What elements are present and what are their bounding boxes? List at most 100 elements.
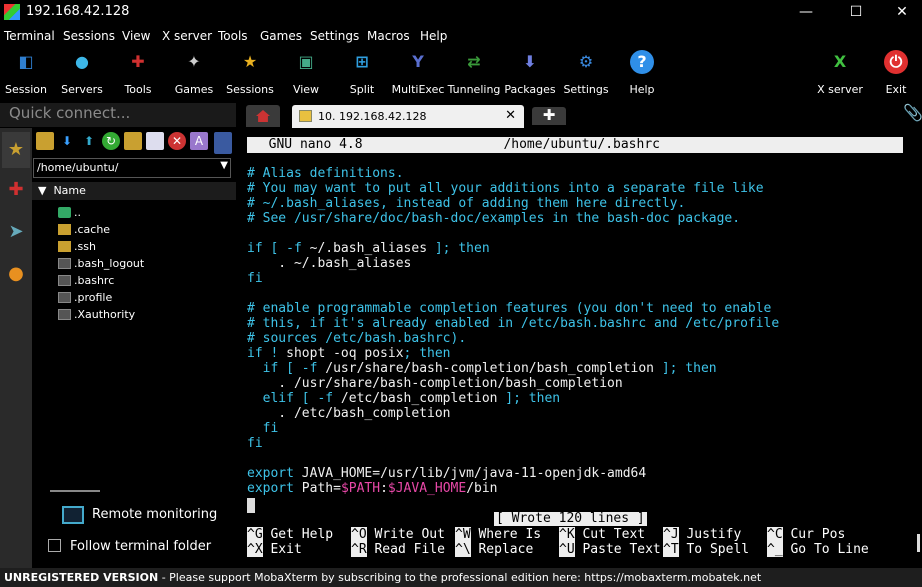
download-icon[interactable]: ⬇ bbox=[58, 132, 76, 150]
chevron-down-icon[interactable]: ▼ bbox=[220, 160, 228, 171]
code-line: # You may want to put all your additions… bbox=[247, 181, 764, 196]
code-line: if [ -f ~/.bash_aliases ]; then bbox=[247, 241, 490, 256]
sessions-button[interactable]: ★ Sessions bbox=[220, 48, 280, 98]
minimize-button[interactable]: — bbox=[786, 2, 826, 22]
home-tab[interactable] bbox=[246, 105, 280, 127]
sftp-send-icon[interactable]: ➤ bbox=[2, 214, 30, 250]
upload-icon[interactable]: ⬆ bbox=[80, 132, 98, 150]
menu-sessions[interactable]: Sessions bbox=[63, 29, 115, 43]
toolbar: ◧ Session ● Servers ✚ Tools ✦ Games ★ Session… bbox=[0, 48, 922, 100]
shortcut-paste-text: ^U Paste Text bbox=[559, 542, 661, 557]
multiexec-icon: Y bbox=[412, 52, 424, 71]
text-cursor bbox=[247, 498, 255, 513]
shortcut-write-out: ^O Write Out bbox=[351, 527, 453, 542]
folder-icon bbox=[58, 241, 71, 252]
macros-icon[interactable]: ● bbox=[2, 256, 30, 292]
shortcut-replace: ^\ Replace bbox=[455, 542, 557, 557]
rename-icon[interactable]: A bbox=[190, 132, 208, 150]
menu-tools[interactable]: Tools bbox=[218, 29, 248, 43]
name-column-header[interactable]: ▼ Name bbox=[32, 182, 236, 200]
menu-games[interactable]: Games bbox=[260, 29, 302, 43]
code-line: if ! shopt -oq posix; then bbox=[247, 346, 451, 361]
parent-folder-icon[interactable] bbox=[36, 132, 54, 150]
follow-terminal-folder-checkbox[interactable]: Follow terminal folder bbox=[48, 539, 211, 554]
code-line: elif [ -f /etc/bash_completion ]; then bbox=[247, 391, 561, 406]
bookmark-icon[interactable] bbox=[214, 132, 232, 154]
menu-macros[interactable]: Macros bbox=[367, 29, 410, 43]
shortcut-exit: ^X Exit bbox=[247, 542, 349, 557]
sessions-star-icon[interactable]: ★ bbox=[2, 132, 30, 168]
view-button[interactable]: ▣ View bbox=[276, 48, 336, 98]
list-item[interactable]: .ssh bbox=[58, 238, 144, 255]
close-button[interactable]: ✕ bbox=[882, 2, 922, 22]
menu-x-server[interactable]: X server bbox=[162, 29, 212, 43]
refresh-icon[interactable]: ↻ bbox=[102, 132, 120, 150]
close-tab-icon[interactable]: ✕ bbox=[505, 108, 516, 123]
file-icon bbox=[58, 258, 71, 269]
code-line: fi bbox=[247, 271, 263, 286]
tools-icon: ✚ bbox=[131, 52, 145, 71]
settings-button[interactable]: ⚙ Settings bbox=[556, 48, 616, 98]
exit-button[interactable]: ⏻ Exit bbox=[866, 48, 922, 98]
packages-button[interactable]: ⬇ Packages bbox=[500, 48, 560, 98]
support-message[interactable]: - Please support MobaXterm by subscribin… bbox=[158, 571, 762, 584]
code-line: # enable programmable completion feature… bbox=[247, 301, 772, 316]
terminal-scrollbar[interactable] bbox=[917, 534, 920, 552]
paperclip-icon[interactable]: 📎 bbox=[903, 103, 922, 122]
shortcut-where-is: ^W Where Is bbox=[455, 527, 557, 542]
session-tab[interactable]: 10. 192.168.42.128 ✕ bbox=[292, 105, 524, 129]
terminal[interactable]: GNU nano 4.8 /home/ubuntu/.bashrc # Alia… bbox=[240, 128, 922, 568]
servers-button[interactable]: ● Servers bbox=[52, 48, 112, 98]
code-line: . ~/.bash_aliases bbox=[247, 256, 412, 271]
list-item[interactable]: .profile bbox=[58, 289, 144, 306]
new-tab-button[interactable]: ✚ bbox=[532, 107, 566, 125]
unregistered-label: UNREGISTERED VERSION bbox=[4, 571, 159, 584]
menu-terminal[interactable]: Terminal bbox=[4, 29, 55, 43]
new-file-icon[interactable] bbox=[146, 132, 164, 150]
shortcut-cut-text: ^K Cut Text bbox=[559, 527, 661, 542]
quick-connect-input[interactable]: Quick connect... bbox=[0, 103, 236, 127]
parent-dir-icon bbox=[58, 207, 71, 218]
star-icon: ★ bbox=[242, 52, 258, 71]
multiexec-button[interactable]: Y MultiExec bbox=[388, 48, 448, 98]
list-item[interactable]: .. bbox=[58, 204, 144, 221]
file-icon bbox=[58, 292, 71, 303]
list-item[interactable]: .bashrc bbox=[58, 272, 144, 289]
tools-side-icon[interactable]: ✚ bbox=[2, 172, 30, 208]
delete-icon[interactable]: ✕ bbox=[168, 132, 186, 150]
session-button[interactable]: ◧ Session bbox=[0, 48, 56, 98]
menu-help[interactable]: Help bbox=[420, 29, 447, 43]
settings-icon: ⚙ bbox=[578, 52, 594, 71]
app-logo-icon bbox=[4, 4, 20, 20]
x-server-button[interactable]: XX server bbox=[810, 48, 870, 98]
list-item[interactable]: .Xauthority bbox=[58, 306, 144, 323]
folder-icon bbox=[58, 224, 71, 235]
help-button[interactable]: ? Help bbox=[612, 48, 672, 98]
file-icon bbox=[58, 309, 71, 320]
games-icon: ✦ bbox=[187, 52, 201, 71]
terminal-tab-icon bbox=[299, 110, 312, 122]
code-line: # sources /etc/bash.bashrc). bbox=[247, 331, 467, 346]
path-field[interactable]: /home/ubuntu/▼ bbox=[33, 158, 231, 178]
code-line: # ~/.bash_aliases, instead of adding the… bbox=[247, 196, 686, 211]
checkbox[interactable] bbox=[48, 539, 61, 552]
tunneling-button[interactable]: ⇄ Tunneling bbox=[444, 48, 504, 98]
list-item[interactable]: .bash_logout bbox=[58, 255, 144, 272]
maximize-button[interactable]: ☐ bbox=[836, 2, 876, 22]
menu-view[interactable]: View bbox=[122, 29, 150, 43]
session-icon: ◧ bbox=[18, 52, 34, 71]
tunneling-icon: ⇄ bbox=[467, 52, 481, 71]
shortcut-to-spell: ^T To Spell bbox=[663, 542, 765, 557]
file-icon bbox=[58, 275, 71, 286]
new-folder-icon[interactable] bbox=[124, 132, 142, 150]
split-icon: ⊞ bbox=[355, 52, 369, 71]
tab-strip: 10. 192.168.42.128 ✕ ✚ 📎 bbox=[240, 103, 922, 129]
list-item[interactable]: .cache bbox=[58, 221, 144, 238]
split-button[interactable]: ⊞ Split bbox=[332, 48, 392, 98]
help-icon: ? bbox=[630, 50, 654, 74]
games-button[interactable]: ✦ Games bbox=[164, 48, 224, 98]
packages-icon: ⬇ bbox=[523, 52, 537, 71]
tools-button[interactable]: ✚ Tools bbox=[108, 48, 168, 98]
menu-settings[interactable]: Settings bbox=[310, 29, 359, 43]
divider bbox=[50, 490, 100, 492]
